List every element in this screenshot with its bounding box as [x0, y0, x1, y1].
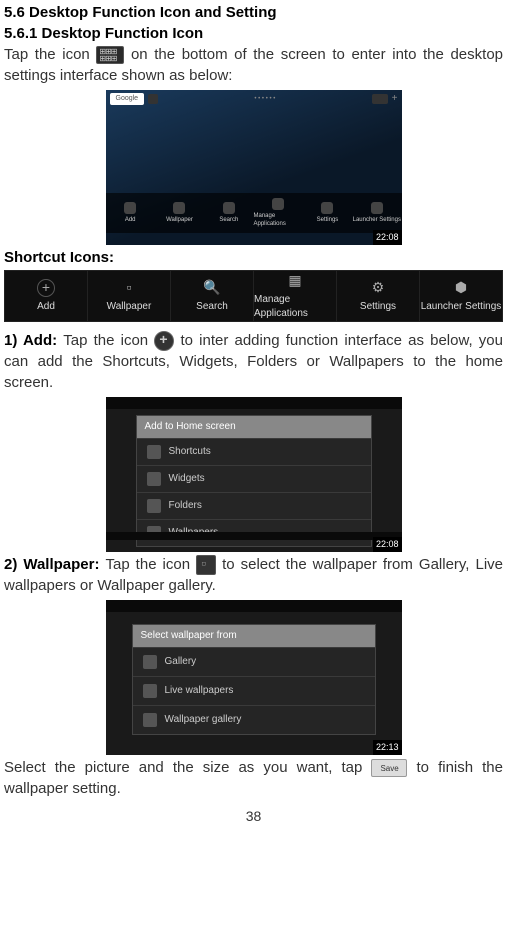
label: Gallery [165, 655, 197, 669]
bottombar [106, 532, 402, 540]
dialog-title: Add to Home screen [137, 416, 371, 438]
statusbar [106, 600, 402, 612]
toolbar-item: Add [106, 193, 155, 233]
add-dialog-screenshot: Add to Home screen Shortcuts Widgets Fol… [106, 397, 402, 552]
section-heading: 5.6 Desktop Function Icon and Setting [4, 2, 503, 23]
subsection-heading: 5.6.1 Desktop Function Icon [4, 23, 503, 44]
dialog-row: Folders [137, 492, 371, 519]
add-lead: 1) Add: [4, 332, 63, 349]
wallpaper-dialog-screenshot: Select wallpaper from Gallery Live wallp… [106, 600, 402, 755]
finish-paragraph: Select the picture and the size as you w… [4, 757, 503, 799]
add-paragraph: 1) Add: Tap the icon to inter adding fun… [4, 330, 503, 393]
label: Add [125, 216, 136, 224]
toolbar-item: Manage Applications [253, 193, 302, 233]
text: Tap the icon [105, 556, 196, 573]
launcher-settings-icon [371, 202, 383, 214]
toolbar-item: Wallpaper [155, 193, 204, 233]
apps-grid-icon [96, 46, 124, 64]
label: Add [37, 300, 55, 314]
text: Tap the icon [63, 332, 154, 349]
statusbar [106, 397, 402, 409]
label: Search [219, 216, 238, 224]
shortcut-settings: ⚙ Settings [336, 271, 419, 321]
folders-icon [147, 499, 161, 513]
manage-apps-icon: ▦ [286, 272, 304, 290]
toolbar-item: Launcher Settings [352, 193, 401, 233]
settings-icon: ⚙ [369, 279, 387, 297]
label: Settings [317, 216, 339, 224]
label: Wallpaper [166, 216, 193, 224]
text: Select the picture and the size as you w… [4, 759, 362, 776]
label: Wallpaper [107, 300, 152, 314]
wallpaper-inline-icon [196, 555, 216, 575]
dialog-row: Gallery [133, 647, 375, 676]
dialog-row: Widgets [137, 465, 371, 492]
google-search-widget: Google [110, 93, 145, 105]
intro-paragraph: Tap the icon on the bottom of the screen… [4, 44, 503, 86]
wallpaper-icon [173, 202, 185, 214]
page-number: 38 [4, 807, 503, 827]
shortcuts-icon [147, 445, 161, 459]
shortcut-add: + Add [5, 271, 87, 321]
label: Manage Applications [254, 293, 336, 321]
status-clock: 22:08 [373, 537, 402, 552]
label: Widgets [169, 472, 205, 486]
wallpaper-gallery-icon [143, 713, 157, 727]
dialog-row: Wallpaper gallery [133, 705, 375, 734]
home-topbar: Google • • • • • • + [110, 92, 398, 106]
apps-icon [372, 94, 388, 104]
dialog-title: Select wallpaper from [133, 625, 375, 647]
search-icon [223, 202, 235, 214]
gallery-icon [143, 655, 157, 669]
label: Wallpaper gallery [165, 713, 242, 727]
shortcut-manage: ▦ Manage Applications [253, 271, 336, 321]
shortcut-bar-image: + Add ▫ Wallpaper 🔍 Search ▦ Manage Applicat… [4, 270, 503, 322]
label: Folders [169, 499, 202, 513]
status-clock: 22:13 [373, 740, 402, 755]
save-button-icon [371, 759, 407, 777]
search-icon: 🔍 [203, 279, 221, 297]
add-icon: + [37, 279, 55, 297]
shortcut-search: 🔍 Search [170, 271, 253, 321]
page-indicator: • • • • • • [162, 95, 368, 103]
add-dialog: Add to Home screen Shortcuts Widgets Fol… [136, 415, 372, 547]
settings-icon [321, 202, 333, 214]
live-wallpapers-icon [143, 684, 157, 698]
label: Launcher Settings [421, 300, 502, 314]
wallpaper-icon: ▫ [120, 279, 138, 297]
launcher-settings-icon: ⬢ [452, 279, 470, 297]
label: Live wallpapers [165, 684, 234, 698]
mic-icon [148, 94, 158, 104]
label: Settings [360, 300, 396, 314]
wallpaper-lead: 2) Wallpaper: [4, 556, 105, 573]
label: Manage Applications [253, 212, 302, 229]
wallpaper-paragraph: 2) Wallpaper: Tap the icon to select the… [4, 554, 503, 596]
desktop-toolbar: Add Wallpaper Search Manage Applications… [106, 193, 402, 233]
shortcut-launcher: ⬢ Launcher Settings [419, 271, 502, 321]
toolbar-item: Search [204, 193, 253, 233]
shortcut-icons-label: Shortcut Icons: [4, 247, 503, 268]
add-plus-icon [154, 331, 174, 351]
desktop-screenshot: Google • • • • • • + Add Wallpaper Searc… [106, 90, 402, 245]
dialog-row: Shortcuts [137, 438, 371, 465]
plus-icon: + [392, 92, 398, 106]
widgets-icon [147, 472, 161, 486]
text: Tap the icon [4, 46, 96, 63]
manage-apps-icon [272, 198, 284, 210]
wallpaper-dialog: Select wallpaper from Gallery Live wallp… [132, 624, 376, 735]
status-clock: 22:08 [373, 230, 402, 245]
dialog-row: Live wallpapers [133, 676, 375, 705]
shortcut-wallpaper: ▫ Wallpaper [87, 271, 170, 321]
label: Launcher Settings [353, 216, 401, 224]
toolbar-item: Settings [303, 193, 352, 233]
add-icon [124, 202, 136, 214]
label: Shortcuts [169, 445, 211, 459]
label: Search [196, 300, 228, 314]
